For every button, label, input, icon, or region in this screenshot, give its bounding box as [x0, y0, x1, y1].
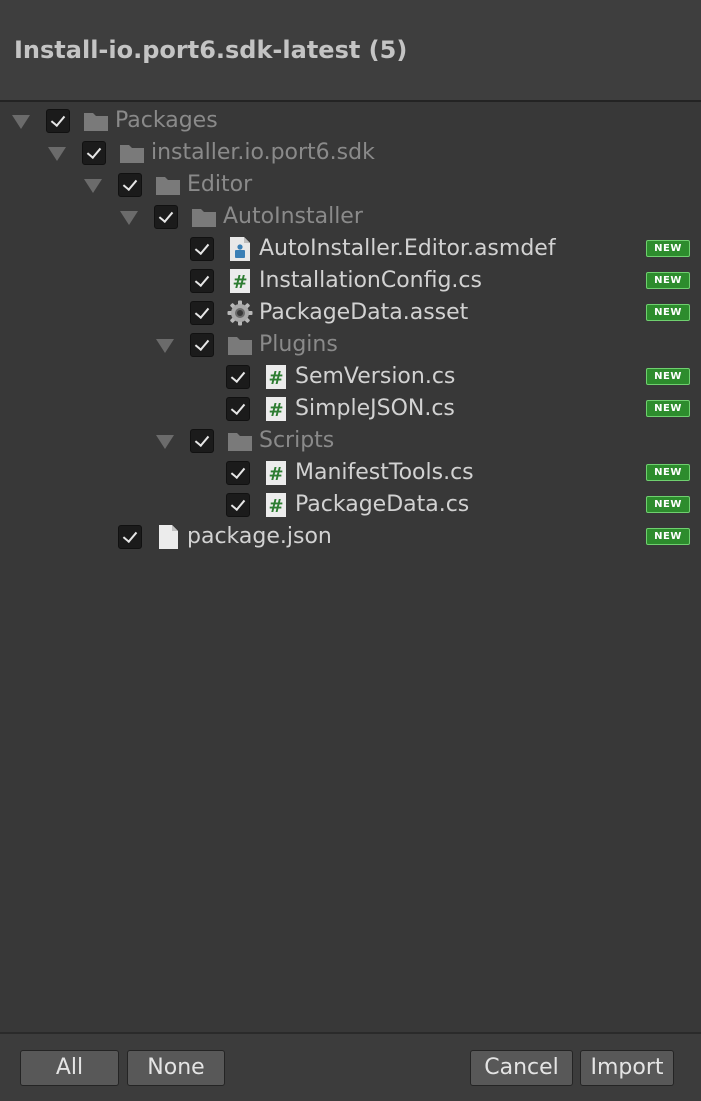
import-button[interactable]: Import	[580, 1050, 674, 1086]
new-badge: NEW	[646, 240, 690, 257]
checkbox[interactable]	[226, 365, 250, 389]
assembly-definition-icon	[230, 237, 250, 261]
svg-text:#: #	[268, 368, 283, 389]
tree-item-label: PackageData.cs	[295, 492, 470, 517]
tree-item-label: installer.io.port6.sdk	[151, 140, 375, 165]
tree-row-simplejson-cs[interactable]: # SimpleJSON.cs NEW	[0, 393, 701, 425]
checkbox[interactable]	[226, 397, 250, 421]
tree-row-manifesttools-cs[interactable]: # ManifestTools.cs NEW	[0, 457, 701, 489]
expand-arrow-icon[interactable]	[156, 435, 174, 449]
svg-text:#: #	[268, 464, 283, 485]
csharp-script-icon: #	[266, 397, 286, 421]
checkbox[interactable]	[190, 301, 214, 325]
expand-arrow-icon[interactable]	[156, 339, 174, 353]
package-tree: Packages installer.io.port6.sdk Editor A…	[0, 104, 701, 1032]
select-all-button[interactable]: All	[20, 1050, 119, 1086]
tree-item-label: AutoInstaller	[223, 204, 363, 229]
tree-item-label: Scripts	[259, 428, 335, 453]
new-badge: NEW	[646, 368, 690, 385]
tree-item-label: SimpleJSON.cs	[295, 396, 455, 421]
checkbox[interactable]	[154, 205, 178, 229]
tree-row-semversion-cs[interactable]: # SemVersion.cs NEW	[0, 361, 701, 393]
new-badge: NEW	[646, 464, 690, 481]
new-badge: NEW	[646, 528, 690, 545]
tree-row-autoinstaller[interactable]: AutoInstaller	[0, 201, 701, 233]
tree-row-installationconfig-cs[interactable]: # InstallationConfig.cs NEW	[0, 265, 701, 297]
tree-item-label: AutoInstaller.Editor.asmdef	[259, 236, 556, 261]
expand-arrow-icon[interactable]	[120, 211, 138, 225]
new-badge: NEW	[646, 304, 690, 321]
tree-row-plugins[interactable]: Plugins	[0, 329, 701, 361]
tree-item-label: Editor	[187, 172, 253, 197]
new-badge: NEW	[646, 496, 690, 513]
cancel-button[interactable]: Cancel	[470, 1050, 573, 1086]
expand-arrow-icon[interactable]	[84, 179, 102, 193]
import-package-window: Install-io.port6.sdk-latest (5) Packages…	[0, 0, 701, 1101]
tree-row-editor[interactable]: Editor	[0, 169, 701, 201]
csharp-script-icon: #	[266, 493, 286, 517]
tree-item-label: PackageData.asset	[259, 300, 469, 325]
svg-text:#: #	[268, 496, 283, 517]
expand-arrow-icon[interactable]	[48, 147, 66, 161]
svg-text:#: #	[268, 400, 283, 421]
checkbox[interactable]	[118, 173, 142, 197]
scriptable-object-gear-icon	[227, 300, 253, 326]
folder-icon	[228, 337, 252, 355]
window-header: Install-io.port6.sdk-latest (5)	[0, 0, 701, 102]
folder-icon	[120, 145, 144, 163]
folder-icon	[228, 433, 252, 451]
tree-row-packages[interactable]: Packages	[0, 105, 701, 137]
tree-item-label: Plugins	[259, 332, 338, 357]
tree-row-package-json[interactable]: package.json NEW	[0, 521, 701, 553]
checkbox[interactable]	[118, 525, 142, 549]
checkbox[interactable]	[190, 269, 214, 293]
tree-row-scripts[interactable]: Scripts	[0, 425, 701, 457]
new-badge: NEW	[646, 272, 690, 289]
new-badge: NEW	[646, 400, 690, 417]
csharp-script-icon: #	[230, 269, 250, 293]
window-title: Install-io.port6.sdk-latest (5)	[14, 36, 408, 64]
tree-row-packagedata-asset[interactable]: PackageData.asset NEW	[0, 297, 701, 329]
csharp-script-icon: #	[266, 461, 286, 485]
folder-icon	[84, 113, 108, 131]
text-file-icon	[159, 525, 178, 549]
csharp-script-icon: #	[266, 365, 286, 389]
checkbox[interactable]	[190, 237, 214, 261]
select-none-button[interactable]: None	[127, 1050, 225, 1086]
checkbox[interactable]	[226, 461, 250, 485]
checkbox[interactable]	[82, 141, 106, 165]
tree-item-label: ManifestTools.cs	[295, 460, 474, 485]
tree-row-installer-io-port6-sdk[interactable]: installer.io.port6.sdk	[0, 137, 701, 169]
checkbox[interactable]	[226, 493, 250, 517]
tree-item-label: Packages	[115, 108, 218, 133]
expand-arrow-icon[interactable]	[12, 115, 30, 129]
tree-row-autoinstaller-editor-asmdef[interactable]: AutoInstaller.Editor.asmdef NEW	[0, 233, 701, 265]
folder-icon	[156, 177, 180, 195]
tree-row-packagedata-cs[interactable]: # PackageData.cs NEW	[0, 489, 701, 521]
folder-icon	[192, 209, 216, 227]
tree-item-label: InstallationConfig.cs	[259, 268, 482, 293]
tree-item-label: SemVersion.cs	[295, 364, 456, 389]
svg-text:#: #	[232, 272, 247, 293]
checkbox[interactable]	[46, 109, 70, 133]
checkbox[interactable]	[190, 429, 214, 453]
tree-item-label: package.json	[187, 524, 332, 549]
checkbox[interactable]	[190, 333, 214, 357]
footer-bar: All None Cancel Import	[0, 1032, 701, 1101]
